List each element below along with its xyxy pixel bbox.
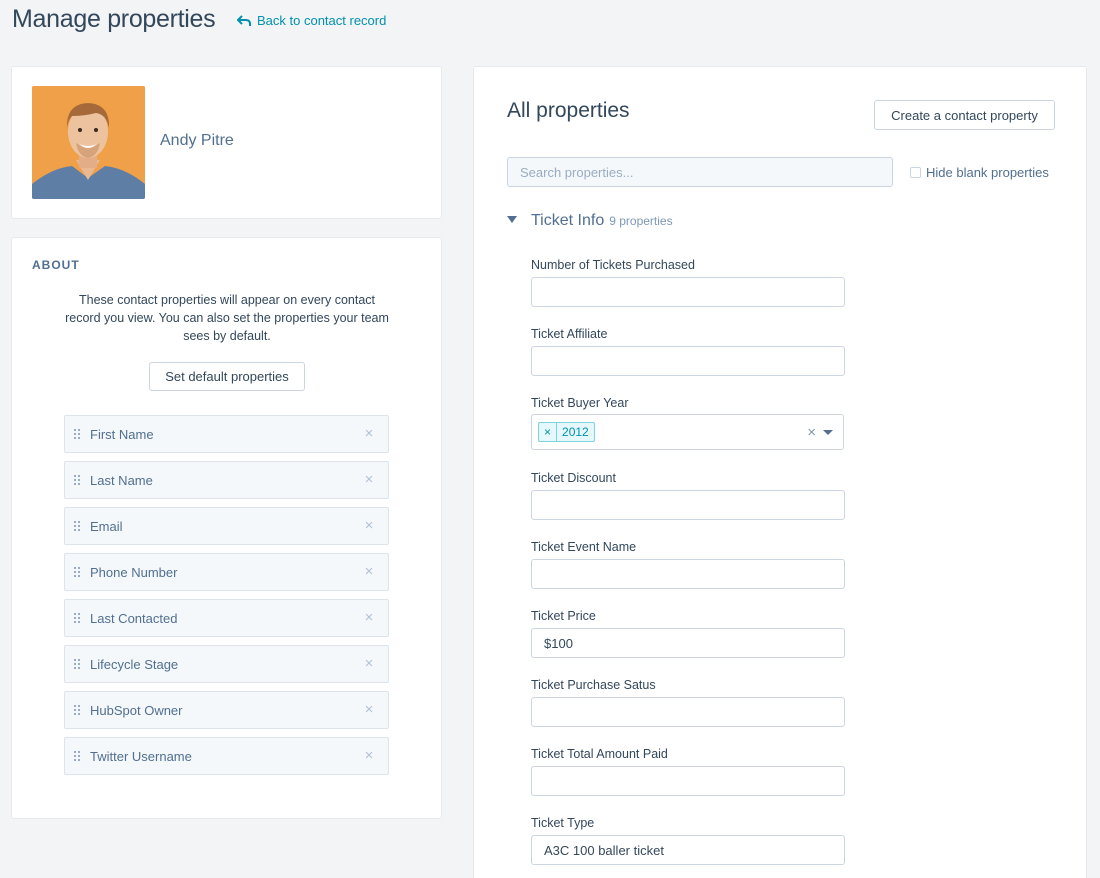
field-input[interactable] [531, 697, 845, 727]
create-contact-property-button[interactable]: Create a contact property [874, 100, 1055, 130]
about-description: These contact properties will appear on … [65, 293, 389, 343]
default-property-list: First Name × Last Name × Email × Phone N… [64, 415, 389, 783]
field-input[interactable] [531, 559, 845, 589]
remove-icon[interactable]: × [362, 426, 376, 441]
field-input[interactable] [531, 766, 845, 796]
field-label: Ticket Price [531, 609, 596, 623]
property-label: Last Contacted [90, 610, 178, 626]
remove-icon[interactable]: × [362, 564, 376, 579]
hide-blank-label: Hide blank properties [926, 165, 1049, 180]
field-label: Ticket Purchase Satus [531, 678, 656, 692]
back-link-label: Back to contact record [257, 13, 387, 28]
property-label: HubSpot Owner [90, 702, 183, 718]
field-ticket-price: Ticket Price [531, 608, 851, 677]
group-count: 9 properties [609, 214, 673, 228]
field-label: Ticket Event Name [531, 540, 637, 554]
list-item[interactable]: HubSpot Owner × [64, 691, 389, 729]
hide-blank-checkbox[interactable] [910, 167, 921, 178]
list-item[interactable]: Last Contacted × [64, 599, 389, 637]
list-item[interactable]: Lifecycle Stage × [64, 645, 389, 683]
remove-icon[interactable]: × [362, 748, 376, 763]
list-item[interactable]: Phone Number × [64, 553, 389, 591]
drag-handle-icon[interactable] [65, 567, 89, 577]
field-input[interactable] [531, 835, 845, 865]
back-to-contact-link[interactable]: Back to contact record [237, 13, 386, 28]
field-ticket-affiliate: Ticket Affiliate [531, 326, 851, 395]
field-input[interactable] [531, 346, 845, 376]
field-ticket-discount: Ticket Discount [531, 470, 851, 539]
hide-blank-toggle[interactable]: Hide blank properties [910, 165, 1049, 180]
field-label: Ticket Discount [531, 471, 616, 485]
back-arrow-icon [237, 14, 251, 26]
property-label: Phone Number [90, 564, 178, 580]
field-label: Ticket Total Amount Paid [531, 747, 668, 761]
field-input[interactable] [531, 277, 845, 307]
property-label: First Name [90, 426, 154, 442]
field-label: Ticket Type [531, 816, 595, 830]
contact-card: Andy Pitre [11, 66, 442, 219]
field-ticket-type: Ticket Type [531, 815, 851, 878]
remove-icon[interactable]: × [362, 702, 376, 717]
field-number-of-tickets-purchased: Number of Tickets Purchased [531, 257, 851, 326]
contact-name: Andy Pitre [160, 132, 234, 149]
drag-handle-icon[interactable] [65, 521, 89, 531]
field-ticket-purchase-status: Ticket Purchase Satus [531, 677, 851, 746]
drag-handle-icon[interactable] [65, 613, 89, 623]
avatar [32, 86, 145, 199]
tag-label: 2012 [562, 425, 589, 439]
property-label: Email [90, 518, 123, 534]
chevron-down-icon[interactable] [823, 430, 833, 435]
field-ticket-buyer-year: Ticket Buyer Year × 2012 × [531, 395, 851, 470]
field-label: Ticket Affiliate [531, 327, 608, 341]
drag-handle-icon[interactable] [65, 751, 89, 761]
field-ticket-event-name: Ticket Event Name [531, 539, 851, 608]
buyer-year-multiselect[interactable]: × 2012 × [531, 414, 844, 450]
list-item[interactable]: Last Name × [64, 461, 389, 499]
list-item[interactable]: First Name × [64, 415, 389, 453]
caret-down-icon[interactable] [507, 216, 517, 223]
clear-icon[interactable]: × [807, 424, 816, 441]
property-fields: Number of Tickets Purchased Ticket Affil… [531, 257, 851, 878]
all-properties-title: All properties [507, 99, 630, 122]
selected-tag: × 2012 [538, 422, 595, 442]
remove-icon[interactable]: × [362, 656, 376, 671]
drag-handle-icon[interactable] [65, 659, 89, 669]
property-label: Lifecycle Stage [90, 656, 179, 672]
drag-handle-icon[interactable] [65, 475, 89, 485]
about-heading: ABOUT [32, 258, 80, 272]
field-ticket-total-amount-paid: Ticket Total Amount Paid [531, 746, 851, 815]
about-card: ABOUT These contact properties will appe… [11, 237, 442, 819]
search-properties-input[interactable] [507, 157, 893, 187]
field-input[interactable] [531, 628, 845, 658]
property-label: Last Name [90, 472, 153, 488]
all-properties-card: All properties Create a contact property… [473, 66, 1087, 878]
list-item[interactable]: Twitter Username × [64, 737, 389, 775]
field-input[interactable] [531, 490, 845, 520]
drag-handle-icon[interactable] [65, 429, 89, 439]
list-item[interactable]: Email × [64, 507, 389, 545]
tag-remove-icon[interactable]: × [539, 423, 558, 441]
field-label: Number of Tickets Purchased [531, 258, 695, 272]
remove-icon[interactable]: × [362, 610, 376, 625]
field-label: Ticket Buyer Year [531, 396, 629, 410]
group-header-ticket-info[interactable]: Ticket Info 9 properties [507, 212, 673, 230]
remove-icon[interactable]: × [362, 472, 376, 487]
group-name: Ticket Info [531, 212, 605, 229]
set-default-properties-button[interactable]: Set default properties [149, 362, 305, 391]
remove-icon[interactable]: × [362, 518, 376, 533]
page-title: Manage properties [12, 5, 216, 33]
drag-handle-icon[interactable] [65, 705, 89, 715]
property-label: Twitter Username [90, 748, 192, 764]
